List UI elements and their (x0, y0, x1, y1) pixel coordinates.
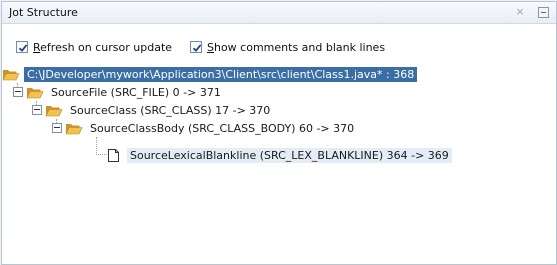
collapse-toggle-icon[interactable] (13, 87, 23, 97)
show-label-text: how comments and blank lines (213, 40, 386, 54)
panel-title: Jot Structure (9, 6, 78, 19)
collapse-toggle-icon[interactable] (52, 123, 62, 133)
refresh-label-text: efresh on cursor update (40, 40, 173, 54)
show-comments-checkbox[interactable] (190, 41, 202, 53)
tree-node-row[interactable]: SourceFile (SRC_FILE) 0 -> 371 (13, 83, 224, 101)
options-bar: Refresh on cursor update Show comments a… (2, 39, 556, 57)
tree-leaf-row[interactable]: SourceLexicalBlankline (SRC_LEX_BLANKLIN… (108, 146, 452, 164)
checkmark-icon (192, 44, 202, 52)
tree-root-label[interactable]: C:\JDeveloper\mywork\Application3\Client… (24, 66, 418, 82)
folder-open-icon (65, 123, 83, 134)
tree-node-row[interactable]: SourceClass (SRC_CLASS) 17 -> 370 (32, 101, 273, 119)
minimize-icon[interactable] (538, 7, 549, 18)
tree-node-label[interactable]: SourceClassBody (SRC_CLASS_BODY) 60 -> 3… (87, 121, 357, 136)
tree-root-row[interactable]: C:\JDeveloper\mywork\Application3\Client… (2, 65, 418, 83)
tree-connector (96, 137, 97, 155)
show-comments-label: Show comments and blank lines (207, 41, 385, 54)
refresh-checkbox[interactable] (16, 41, 28, 53)
folder-open-icon (2, 69, 20, 80)
file-icon (108, 148, 119, 162)
folder-open-icon (45, 105, 63, 116)
tree-leaf-label[interactable]: SourceLexicalBlankline (SRC_LEX_BLANKLIN… (127, 147, 452, 163)
panel-titlebar: Jot Structure × (2, 2, 556, 24)
checkmark-icon (18, 44, 28, 52)
tree-node-label[interactable]: SourceFile (SRC_FILE) 0 -> 371 (48, 85, 224, 100)
show-comments-option[interactable]: Show comments and blank lines (190, 39, 385, 55)
tree-connector (96, 154, 107, 155)
folder-open-icon (26, 87, 44, 98)
refresh-label: Refresh on cursor update (33, 41, 172, 54)
collapse-toggle-icon[interactable] (32, 105, 42, 115)
refresh-option[interactable]: Refresh on cursor update (16, 39, 172, 55)
close-icon[interactable]: × (514, 5, 526, 19)
show-mnemonic: S (207, 40, 214, 54)
jot-structure-panel: Jot Structure × Refresh on cursor update… (1, 1, 557, 265)
tree-node-label[interactable]: SourceClass (SRC_CLASS) 17 -> 370 (67, 103, 273, 118)
tree-node-row[interactable]: SourceClassBody (SRC_CLASS_BODY) 60 -> 3… (52, 119, 357, 137)
